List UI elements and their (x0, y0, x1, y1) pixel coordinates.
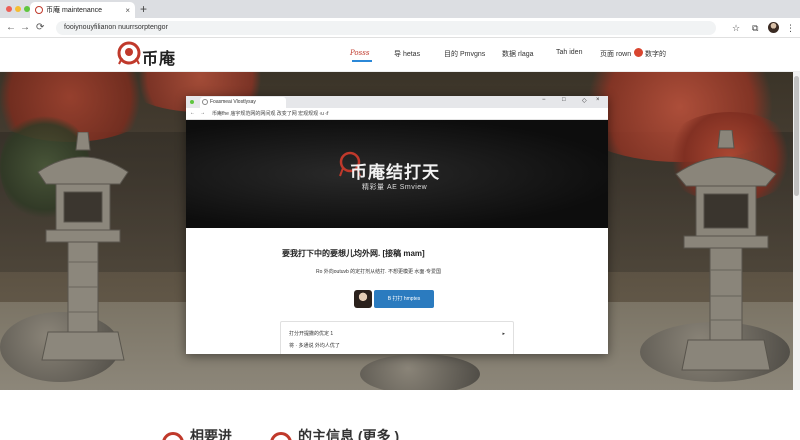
profile-avatar[interactable] (768, 22, 779, 33)
site-favicon-icon (35, 6, 43, 14)
page-scrollbar-thumb[interactable] (794, 76, 799, 196)
forward-arrow-icon[interactable]: → (20, 20, 30, 36)
nav-item-7[interactable]: 数字的 (645, 49, 666, 59)
close-window-dot[interactable] (6, 6, 12, 12)
nav-item-posts[interactable]: Posss (350, 49, 369, 57)
screenshot-hero-subtitle: 精彩量 AE Smview (362, 184, 428, 191)
brand-logo-icon[interactable] (116, 40, 142, 66)
browser-toolbar: ← → ⟳ fooiynouyfilianon nuurrsorptengor … (0, 18, 800, 38)
screenshot-back-icon: ← (190, 110, 195, 116)
screenshot-minimize-icon: − (542, 97, 546, 103)
screenshot-maximize-icon: □ (562, 97, 566, 103)
star-icon[interactable]: ☆ (732, 20, 740, 36)
browser-tab[interactable]: 币庵 maintenance × (30, 2, 135, 18)
reload-icon[interactable]: ⟳ (36, 20, 44, 36)
screenshot-hero: 币庵结打天 精彩量 AE Smview (186, 120, 608, 228)
browser-tab-strip: 币庵 maintenance × + (0, 0, 800, 18)
site-header: 币庵 Posss 导 hetas 目的 Pmvgns 数据 rlaga Tah … (0, 38, 800, 72)
screenshot-tab-title: Foasmeai Vlostlysay (210, 99, 256, 105)
screenshot-pin-icon: ◇ (582, 98, 587, 104)
new-tab-button[interactable]: + (140, 2, 147, 16)
section-heading: 相要进 (190, 428, 232, 440)
chevron-right-icon: ▸ (502, 331, 505, 337)
tab-close-icon[interactable]: × (125, 6, 130, 15)
screenshot-tab-strip: Foasmeai Vlostlysay − □ ◇ × (186, 96, 608, 108)
brand-ring-icon (162, 432, 184, 440)
nav-item-4[interactable]: 数据 rlaga (502, 49, 534, 59)
menu-dots-icon[interactable]: ⋮ (786, 20, 795, 36)
screenshot-cta-button: B 打打 hmptes (374, 290, 434, 308)
screenshot-heading: 要我打下中的要想儿均外网. [接稿 mam] (282, 249, 425, 258)
minimize-window-dot[interactable] (15, 6, 21, 12)
screenshot-list-card: 打分开提撒的优定 1 将 · 多通说 外均人优了 ▸ (280, 321, 514, 354)
nav-item-2[interactable]: 导 hetas (394, 49, 420, 59)
nav-item-6[interactable]: 页面 rown (600, 49, 631, 59)
section-heading: 的主信息 (更多 ) (298, 428, 400, 440)
screenshot-hero-title: 币庵结打天 (350, 163, 440, 182)
below-fold-section: 相要进 的主信息 (更多 ) (0, 390, 800, 440)
screenshot-paragraph: Ro 外向outuvb 的定打剂从结打. 不想更模更 水面·专爱国 (316, 269, 442, 275)
brand-name[interactable]: 币庵 (142, 45, 176, 69)
nav-active-indicator (352, 60, 372, 62)
screenshot-card-line: 将 · 多通说 外均人优了 (289, 343, 340, 349)
back-arrow-icon[interactable]: ← (6, 20, 16, 36)
screenshot-avatar (354, 290, 372, 308)
nav-badge (634, 48, 643, 57)
screenshot-body: 要我打下中的要想儿均外网. [接稿 mam] Ro 外向outuvb 的定打剂从… (186, 228, 608, 354)
screenshot-card-line: 打分开提撒的优定 1 (289, 331, 334, 337)
stone-lantern-left (37, 132, 129, 361)
brand-ring-icon (270, 432, 292, 440)
screenshot-forward-icon: → (200, 110, 205, 116)
nav-item-5[interactable]: Tah iden (556, 49, 582, 56)
screenshot-tab: Foasmeai Vlostlysay (200, 97, 286, 108)
screenshot-window-dot (190, 100, 194, 104)
extensions-icon[interactable]: ⧉ (752, 20, 758, 36)
tab-title: 币庵 maintenance (46, 7, 103, 14)
garden-rock (360, 354, 480, 390)
screenshot-favicon-icon (202, 99, 208, 105)
embedded-browser-screenshot: Foasmeai Vlostlysay − □ ◇ × ← → 币庵fhe 庙宇… (186, 96, 608, 354)
nav-item-3[interactable]: 目的 Pmvgns (444, 49, 485, 59)
stone-lantern-right (675, 130, 777, 371)
screenshot-address-row: ← → 币庵fhe 庙宇规范网的网间观 改变了网 宏观规观 ‹u ‹f (186, 108, 608, 120)
address-bar[interactable]: fooiynouyfilianon nuurrsorptengor (56, 21, 716, 35)
screenshot-close-icon: × (596, 97, 600, 103)
screenshot-url: 币庵fhe 庙宇规范网的网间观 改变了网 宏观规观 ‹u ‹f (212, 111, 329, 117)
